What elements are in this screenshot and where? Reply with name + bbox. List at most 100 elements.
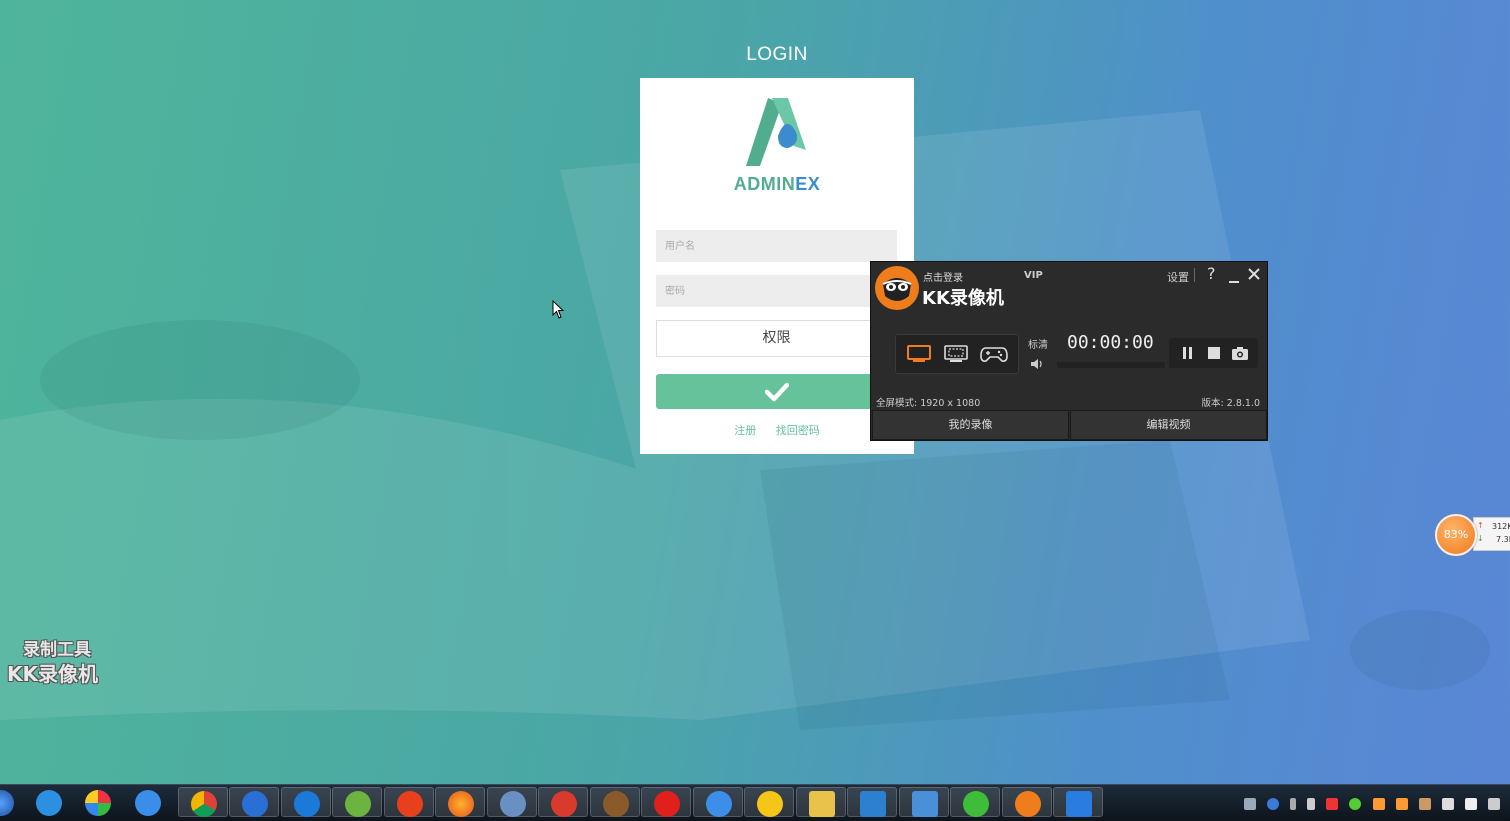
- windows-start-icon: [0, 790, 14, 816]
- kugou-icon: [294, 791, 320, 817]
- gear-app-icon: [603, 791, 629, 817]
- kk-separator: [1194, 268, 1195, 282]
- start-button[interactable]: [0, 787, 26, 817]
- kk-settings-button[interactable]: 设置: [1167, 269, 1189, 285]
- kk-recorder-window[interactable]: 点击登录 KK录像机 VIP 设置 ? 标清 00:00:00 全屏模式: 19…: [870, 261, 1268, 441]
- taskbar-app-g[interactable]: [384, 787, 434, 817]
- taskbar-explorer[interactable]: [796, 787, 846, 817]
- internet-explorer-icon: [36, 790, 62, 816]
- kk-help-button[interactable]: ?: [1207, 264, 1216, 283]
- taskbar-app-table[interactable]: [847, 787, 897, 817]
- download-arrow-icon: ↓: [1477, 534, 1484, 543]
- kk-quality-select[interactable]: 标清: [1028, 336, 1048, 351]
- taskbar-spring[interactable]: [332, 787, 382, 817]
- brand-name-part1: ADMIN: [733, 174, 796, 194]
- tray-app-hand-icon[interactable]: [1395, 797, 1408, 810]
- flag-icon[interactable]: [1464, 797, 1477, 810]
- upload-arrow-icon: ↑: [1477, 521, 1484, 530]
- red-g-app-icon: [397, 791, 423, 817]
- volume-icon[interactable]: [1030, 358, 1044, 370]
- cloud-app-icon: [706, 791, 732, 817]
- taskbar-app-blue[interactable]: [1053, 787, 1103, 817]
- taskbar-app-chick[interactable]: [744, 787, 794, 817]
- mouse-cursor-icon: [552, 300, 565, 319]
- network-icon[interactable]: [1488, 797, 1500, 810]
- watermark-line2: KK录像机: [7, 662, 98, 686]
- chrome-icon: [191, 791, 217, 817]
- password-input[interactable]: [656, 275, 897, 307]
- pinwheel-app-icon: [85, 790, 111, 816]
- tray-app-orange-icon[interactable]: [1372, 797, 1385, 810]
- checkmark-icon: [764, 382, 789, 401]
- download-speed: 7.3K: [1496, 535, 1510, 544]
- tray-expand-icon[interactable]: [1307, 797, 1316, 810]
- pause-icon[interactable]: [1182, 346, 1194, 360]
- kk-volume-bar[interactable]: [1057, 362, 1165, 368]
- tray-app-red-icon[interactable]: [1326, 797, 1339, 810]
- kk-version: 版本: 2.8.1.0: [1201, 398, 1260, 409]
- taskbar-app-red[interactable]: [641, 787, 691, 817]
- chick-app-icon: [757, 791, 783, 817]
- forgot-password-link[interactable]: 找回密码: [776, 424, 820, 437]
- taskbar-app-book[interactable]: [899, 787, 949, 817]
- screenshot-camera-icon[interactable]: [1232, 347, 1248, 360]
- taskbar-wechat[interactable]: [950, 787, 1000, 817]
- tray-app-green-icon[interactable]: [1349, 797, 1362, 810]
- game-mode-icon[interactable]: [980, 344, 1008, 364]
- login-title: LOGIN: [746, 44, 808, 65]
- taskbar-app-gear[interactable]: [590, 787, 640, 817]
- register-link[interactable]: 注册: [734, 424, 756, 437]
- kk-mode-info: 全屏模式: 1920 x 1080: [876, 398, 981, 409]
- taskbar-ie[interactable]: [24, 787, 74, 817]
- taskbar-app-snail[interactable]: [538, 787, 588, 817]
- username-input[interactable]: [656, 230, 897, 262]
- snail-app-icon: [551, 791, 577, 817]
- tray-text-icon[interactable]: [1290, 797, 1297, 810]
- taskbar-app-2[interactable]: [73, 787, 123, 817]
- blue-window-app-icon: [1066, 791, 1092, 817]
- system-tray: [1238, 793, 1500, 811]
- spring-leaf-icon: [345, 791, 371, 817]
- fullscreen-mode-icon[interactable]: [907, 344, 931, 364]
- taskbar-kk-recorder[interactable]: [1002, 787, 1052, 817]
- brand-name-part2: EX: [795, 174, 821, 194]
- watermark-line1: 录制工具: [23, 640, 91, 660]
- kk-my-recordings-tab[interactable]: 我的录像: [872, 410, 1069, 440]
- kk-minimize-icon[interactable]: [1228, 273, 1240, 285]
- network-speed-panel: ↑ 312K ↓ 7.3K: [1473, 517, 1510, 551]
- taskbar-kugou[interactable]: [281, 787, 331, 817]
- kk-close-icon[interactable]: [1248, 268, 1260, 280]
- speaker-icon[interactable]: [1441, 797, 1454, 810]
- upload-speed: 312K: [1492, 522, 1510, 531]
- help-icon[interactable]: [1267, 797, 1280, 810]
- kk-logo-icon: [875, 266, 919, 310]
- kk-record-controls: [1169, 338, 1258, 368]
- kk-recorder-icon: [1015, 791, 1041, 817]
- taskbar-firefox[interactable]: [435, 787, 485, 817]
- sogou-browser-icon: [242, 791, 268, 817]
- folder-icon: [809, 791, 835, 817]
- stop-icon[interactable]: [1208, 347, 1220, 359]
- taskbar: [0, 784, 1510, 821]
- memory-usage-ball[interactable]: 83%: [1435, 514, 1477, 556]
- kk-login-link[interactable]: 点击登录: [923, 269, 963, 284]
- taskbar-chrome[interactable]: [178, 787, 228, 817]
- taskbar-app-bird[interactable]: [487, 787, 537, 817]
- kk-edit-video-tab[interactable]: 编辑视频: [1070, 410, 1267, 440]
- tray-app-paw-icon[interactable]: [1418, 797, 1431, 810]
- role-select[interactable]: 权限: [656, 320, 897, 357]
- brand-name: ADMINEX: [640, 174, 914, 195]
- watermark: 录制工具 KK录像机: [7, 638, 98, 686]
- taskbar-browser-e[interactable]: [123, 787, 173, 817]
- firefox-icon: [448, 791, 474, 817]
- taskbar-sogou[interactable]: [229, 787, 279, 817]
- wechat-icon: [963, 791, 989, 817]
- kk-vip-button[interactable]: VIP: [1024, 270, 1043, 281]
- login-submit-button[interactable]: [656, 374, 897, 409]
- keyboard-icon[interactable]: [1243, 797, 1256, 810]
- taskbar-app-cloud[interactable]: [693, 787, 743, 817]
- red-stamp-app-icon: [654, 791, 680, 817]
- region-mode-icon[interactable]: [944, 344, 968, 364]
- kk-app-name: KK录像机: [922, 288, 1004, 309]
- bird-app-icon: [500, 791, 526, 817]
